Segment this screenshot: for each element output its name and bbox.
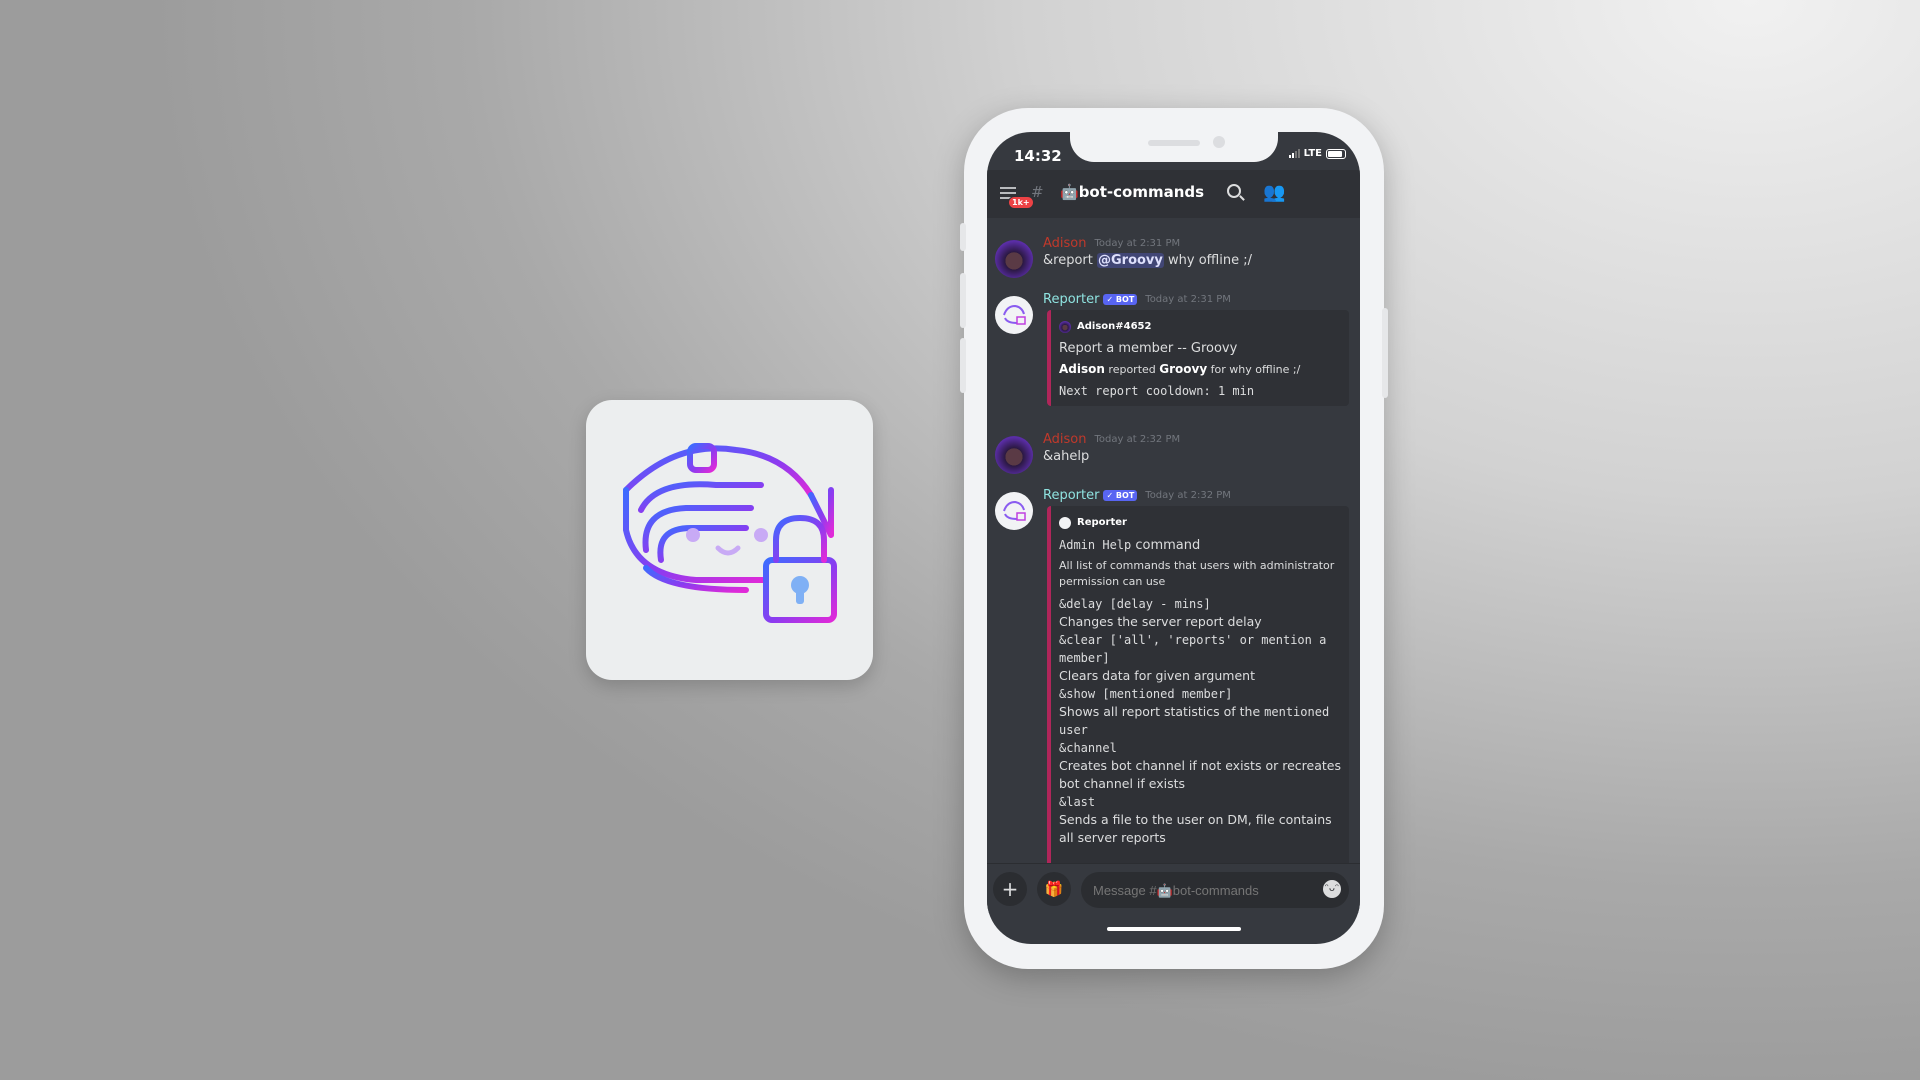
bot-avatar[interactable] [995,296,1033,334]
command-name: &delay [delay - mins] [1059,597,1211,611]
command-name: &show [mentioned member] [1059,687,1233,701]
embed-description: Adison reported Groovy for why offline ;… [1059,362,1301,376]
embed-author-avatar [1059,517,1071,529]
locked-channel-icon: # [1031,183,1044,201]
author-name[interactable]: Reporter [1043,292,1099,307]
channel-header: 1k+ # 🤖bot-commands 👥 [987,170,1360,218]
unread-badge: 1k+ [1008,196,1034,209]
network-label: LTE [1303,148,1322,159]
add-attachment-button[interactable]: + [993,872,1027,906]
robot-emoji-icon: 🤖 [1060,183,1079,201]
command-name: &channel [1059,741,1117,755]
author-name[interactable]: Adison [1043,432,1087,447]
mention[interactable]: @Groovy [1096,253,1164,268]
command-list: &delay [delay - mins] Changes the server… [1059,595,1341,847]
battery-icon [1326,148,1346,159]
phone-mockup: 14:32 LTE 1k+ # 🤖bot-commands 👥 Adison To… [960,108,1388,969]
message-composer: + 🎁 ᵔᴗᵔ [987,863,1360,913]
embed-author-avatar [1059,321,1071,333]
timestamp: Today at 2:31 PM [1094,238,1181,249]
avatar[interactable] [995,436,1033,474]
search-icon[interactable] [1227,184,1245,201]
author-name[interactable]: Adison [1043,236,1087,251]
signal-icon [1288,149,1300,158]
command-desc: Clears data for given argument [1059,668,1255,683]
timestamp: Today at 2:31 PM [1145,294,1231,305]
embed-title: Admin Help command [1059,538,1201,553]
message-text: &report @Groovy why offline ;/ [1043,253,1252,268]
author-name[interactable]: Reporter [1043,488,1099,503]
notch [1070,132,1278,162]
command-name: &clear ['all', 'reports' or mention a me… [1059,633,1327,665]
report-embed: Adison#4652 Report a member -- Groovy Ad… [1047,310,1349,406]
command-desc: Shows all report statistics of the menti… [1059,704,1330,737]
channel-title: 🤖bot-commands [1060,183,1205,201]
avatar[interactable] [995,240,1033,278]
bot-badge: ✓ BOT [1103,294,1138,305]
embed-description: All list of commands that users with adm… [1059,559,1335,588]
status-indicators: LTE [1288,148,1346,159]
emoji-icon[interactable]: ᵔᴗᵔ [1323,880,1341,898]
bot-badge: ✓ BOT [1103,490,1138,501]
reporter-logo-card [586,400,873,680]
status-time: 14:32 [1014,147,1062,165]
command-desc: Sends a file to the user on DM, file con… [1059,812,1332,845]
embed-author: Adison#4652 [1077,321,1152,332]
embed-author: Reporter [1077,517,1127,528]
embed-footer: Next report cooldown: 1 min [1059,384,1255,398]
message-text: &ahelp [1043,449,1090,464]
bot-avatar[interactable] [995,492,1033,530]
home-indicator[interactable] [1107,927,1241,931]
command-name: &last [1059,795,1096,809]
command-desc: Changes the server report delay [1059,614,1262,629]
members-icon[interactable]: 👥 [1263,182,1285,203]
command-desc: Creates bot channel if not exists or rec… [1059,758,1341,791]
embed-title: Report a member -- Groovy [1059,341,1238,356]
plus-icon: + [1001,877,1019,901]
robot-lock-logo-icon [623,443,837,623]
gift-icon: 🎁 [1044,880,1064,898]
message-input[interactable] [1081,872,1349,908]
timestamp: Today at 2:32 PM [1145,490,1231,501]
help-embed: Reporter Admin Help command All list of … [1047,506,1349,906]
timestamp: Today at 2:32 PM [1094,434,1181,445]
discord-screen: 14:32 LTE 1k+ # 🤖bot-commands 👥 Adison To… [987,132,1360,944]
gift-button[interactable]: 🎁 [1037,872,1071,906]
